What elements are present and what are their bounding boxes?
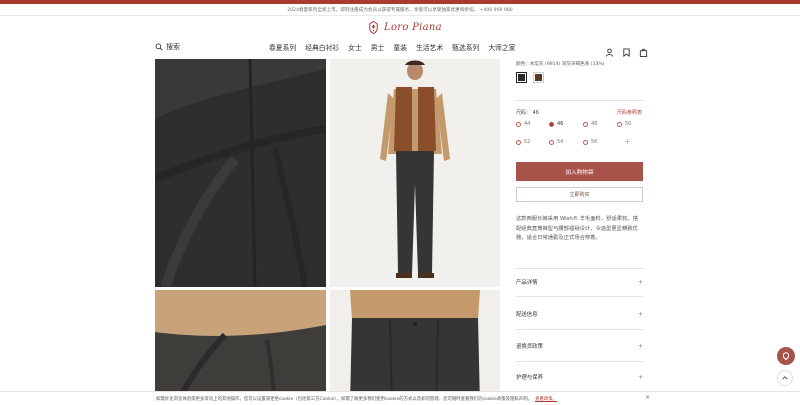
add-to-bag-button[interactable]: 加入购物袋	[516, 162, 643, 181]
product-image-side-pocket[interactable]	[155, 290, 326, 405]
size-value: 46	[557, 121, 564, 127]
nav-item-spring-summer[interactable]: 春夏系列	[269, 42, 296, 52]
radio-dot	[549, 139, 554, 145]
color-swatch-fill	[535, 74, 542, 81]
radio-dot	[617, 121, 622, 127]
size-value: 50	[625, 121, 632, 127]
wishlist-icon[interactable]	[622, 42, 631, 57]
brand-crest-icon	[369, 20, 378, 35]
cookie-policy-link[interactable]: 查看政策。	[535, 396, 557, 402]
divider	[516, 100, 643, 101]
accordion-returns[interactable]: 退换货政策 +	[516, 336, 643, 356]
cookie-text: 如需优化浏览体验或更多资讯上的其他操作，您可以设置或拒绝cookie（包括第三方…	[156, 396, 532, 402]
size-option-50[interactable]: 50	[617, 121, 631, 127]
color-swatch-brown[interactable]	[533, 72, 544, 83]
main-nav: 春夏系列 经典白衬衫 女士 男士 童装 生活艺术 甄选系列 大师之家	[269, 42, 516, 52]
size-guide-link[interactable]: 尺码参照表	[617, 109, 642, 116]
size-label: 尺码： 46	[516, 110, 539, 116]
radio-dot	[516, 121, 521, 127]
header-actions	[605, 42, 648, 57]
accordion-label: 配送信息	[516, 312, 538, 318]
cookie-banner: 如需优化浏览体验或更多资讯上的其他操作，您可以设置或拒绝cookie（包括第三方…	[0, 391, 800, 405]
announcement-bar: 2024春夏系列全新上市。即刻注册成为会员以获得专属服务，享受可以享受独家优惠和…	[0, 4, 800, 16]
site-header: Loro Piana 搜索 春夏系列 经典白衬衫 女士 男士 童装 生活艺术 甄…	[0, 17, 800, 57]
expand-plus-icon: +	[637, 310, 643, 318]
size-option-52[interactable]: 52	[516, 139, 530, 145]
more-sizes-plus-icon[interactable]: +	[624, 137, 631, 146]
size-option-54[interactable]: 54	[549, 139, 563, 145]
chat-icon	[783, 351, 789, 361]
brand-logo[interactable]: Loro Piana	[366, 20, 442, 35]
size-option-48[interactable]: 48	[583, 121, 597, 127]
product-color-info: 颜色：木炭灰 (9914) 深灰深褐色系 (13%)	[516, 62, 605, 67]
nav-item-white-shirt[interactable]: 经典白衬衫	[305, 42, 339, 52]
account-icon[interactable]	[605, 42, 614, 57]
expand-plus-icon: +	[637, 278, 643, 286]
size-option-46[interactable]: 46	[549, 121, 563, 127]
shopping-bag-icon[interactable]	[639, 42, 648, 57]
nav-item-kids[interactable]: 童装	[393, 42, 407, 52]
product-image-waist-detail[interactable]	[330, 290, 500, 405]
search-icon	[155, 43, 163, 51]
divider	[516, 329, 643, 330]
divider	[516, 268, 643, 269]
color-swatch-charcoal[interactable]	[516, 72, 527, 83]
nav-item-lifestyle[interactable]: 生活艺术	[416, 42, 443, 52]
accordion-label: 护理与保养	[516, 375, 543, 381]
secondary-action-button[interactable]: 立即购买	[516, 187, 643, 202]
nav-item-men[interactable]: 男士	[371, 42, 385, 52]
accordion-product-details[interactable]: 产品详情 +	[516, 272, 643, 292]
radio-dot	[583, 139, 588, 145]
accordion-delivery[interactable]: 配送信息 +	[516, 304, 643, 324]
cookie-close-icon[interactable]: ×	[645, 394, 650, 401]
chevron-up-icon	[782, 376, 788, 380]
search-label: 搜索	[166, 43, 180, 51]
radio-dot	[516, 139, 521, 145]
size-option-44[interactable]: 44	[516, 121, 530, 127]
size-value: 48	[591, 121, 598, 127]
color-swatch-fill	[518, 74, 525, 81]
size-value: 54	[557, 139, 564, 145]
radio-dot	[583, 121, 588, 127]
size-value: 52	[524, 139, 531, 145]
divider	[516, 296, 643, 297]
size-value: 56	[591, 139, 598, 145]
back-to-top-button[interactable]	[777, 370, 793, 386]
expand-plus-icon: +	[637, 373, 643, 381]
product-image-model-front[interactable]	[330, 59, 500, 287]
search-button[interactable]: 搜索	[155, 42, 180, 52]
accordion-label: 退换货政策	[516, 344, 543, 350]
size-option-56[interactable]: 56	[583, 139, 597, 145]
product-description: 这款西服长裤采用 Wish® 羊毛面料，舒适柔软。搭配经典直筒裤型与腰部褶裥设计…	[516, 216, 639, 242]
accordion-label: 产品详情	[516, 280, 538, 286]
nav-item-women[interactable]: 女士	[348, 42, 362, 52]
nav-item-selection[interactable]: 甄选系列	[452, 42, 479, 52]
size-value: 44	[524, 121, 531, 127]
nav-item-masters[interactable]: 大师之家	[488, 42, 515, 52]
divider	[516, 361, 643, 362]
brand-logo-text: Loro Piana	[384, 22, 442, 33]
product-image-fabric-detail[interactable]	[155, 59, 326, 287]
expand-plus-icon: +	[637, 342, 643, 350]
chat-assistant-button[interactable]	[777, 347, 795, 365]
radio-dot	[549, 121, 554, 127]
accordion-care[interactable]: 护理与保养 +	[516, 367, 643, 387]
